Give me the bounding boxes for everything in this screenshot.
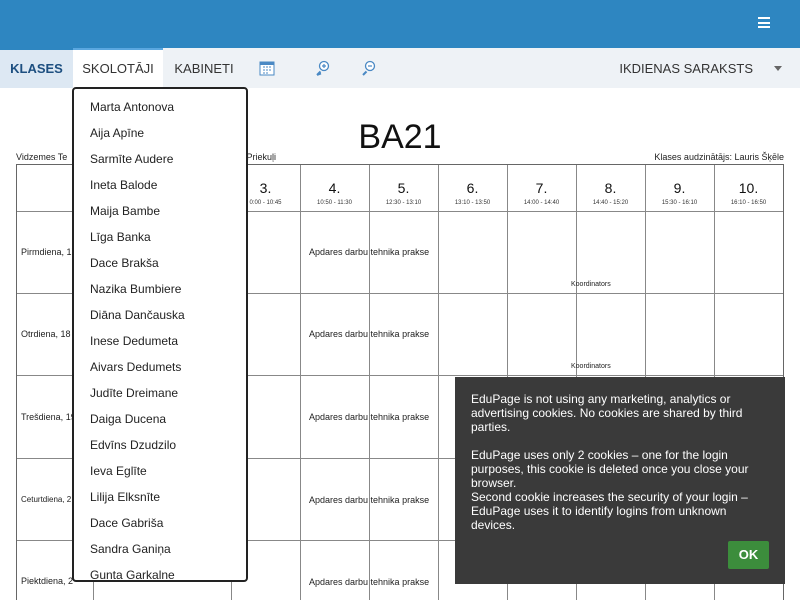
teacher-option[interactable]: Līga Banka [74, 224, 246, 250]
top-bar [0, 0, 800, 48]
lesson-teacher: Koordinators [571, 363, 611, 370]
period-header: 5. 12:30 - 13:10 [385, 180, 422, 206]
teacher-option[interactable]: Aija Apīne [74, 120, 246, 146]
teacher-option[interactable]: Gunta Garkalne [74, 562, 246, 580]
teacher-option[interactable]: Nazika Bumbiere [74, 276, 246, 302]
zoom-out-icon[interactable] [361, 60, 377, 76]
lesson-cell[interactable]: Apdares darbu tehnika prakse [309, 577, 429, 587]
period-header: 7. 14:00 - 14:40 [523, 180, 560, 206]
teacher-option[interactable]: Marta Antonova [74, 94, 246, 120]
day-label: Piektdiena, 2 [21, 576, 74, 586]
lesson-cell[interactable]: Apdares darbu tehnika prakse [309, 247, 429, 257]
cookie-text: EduPage is not using any marketing, anal… [471, 392, 743, 434]
teacher-option[interactable]: Dace Gabriša [74, 510, 246, 536]
teacher-option[interactable]: Sandra Ganiņa [74, 536, 246, 562]
navigation-bar: KLASES SKOLOTĀJI KABINETI IKDIENAS SARAK… [0, 48, 800, 88]
calendar-icon[interactable] [259, 60, 275, 76]
class-teacher: Klases audzinātājs: Lauris Šķēle [654, 152, 784, 162]
teacher-option[interactable]: Ineta Balode [74, 172, 246, 198]
teacher-option[interactable]: Aivars Dedumets [74, 354, 246, 380]
teacher-option[interactable]: Judīte Dreimane [74, 380, 246, 406]
day-label: Trešdiena, 19 [21, 412, 76, 422]
teacher-option[interactable]: Inese Dedumeta [74, 328, 246, 354]
hamburger-menu-icon[interactable] [758, 17, 770, 28]
tab-klases[interactable]: KLASES [0, 48, 73, 88]
cookie-notice: EduPage is not using any marketing, anal… [455, 377, 785, 584]
teacher-option[interactable]: Daiga Ducena [74, 406, 246, 432]
teachers-dropdown[interactable]: Marta Antonova Aija Apīne Sarmīte Audere… [72, 87, 248, 582]
period-header: 4. 10:50 - 11:30 [317, 180, 352, 206]
teacher-option[interactable]: Maija Bambe [74, 198, 246, 224]
ok-button[interactable]: OK [728, 541, 769, 569]
lesson-cell[interactable]: Apdares darbu tehnika prakse [309, 329, 429, 339]
teacher-option[interactable]: Sarmīte Audere [74, 146, 246, 172]
cookie-text: EduPage uses only 2 cookies – one for th… [471, 448, 749, 490]
day-label: Otrdiena, 18 [21, 329, 71, 339]
day-label: Pirmdiena, 17 [21, 247, 77, 257]
teacher-option[interactable]: Edvīns Dzudzilo [74, 432, 246, 458]
lesson-cell[interactable]: Apdares darbu tehnika prakse [309, 412, 429, 422]
school-name: Vidzemes Te e 9, Priekuļi [16, 152, 277, 162]
zoom-in-icon[interactable] [315, 60, 331, 76]
teacher-option[interactable]: Dace Brakša [74, 250, 246, 276]
teacher-option[interactable]: Ieva Eglīte [74, 458, 246, 484]
period-header: 9. 15:30 - 16:10 [661, 180, 698, 206]
period-header: 6. 13:10 - 13:50 [454, 180, 491, 206]
lesson-cell[interactable]: Apdares darbu tehnika prakse [309, 495, 429, 505]
teacher-option[interactable]: Lilija Elksnīte [74, 484, 246, 510]
teacher-option[interactable]: Diāna Dančauska [74, 302, 246, 328]
tab-skolotaji[interactable]: SKOLOTĀJI [73, 48, 163, 88]
cookie-text: Second cookie increases the security of … [471, 490, 748, 532]
day-label: Ceturtdiena, 2 [21, 495, 72, 504]
lesson-teacher: Koordinators [571, 281, 611, 288]
tab-kabineti[interactable]: KABINETI [163, 48, 245, 88]
period-header: 10. 16:10 - 16:50 [730, 180, 767, 206]
daily-timetable-menu[interactable]: IKDIENAS SARAKSTS [619, 48, 753, 90]
chevron-down-icon[interactable] [774, 66, 782, 71]
period-header: 8. 14:40 - 15:20 [592, 180, 629, 206]
